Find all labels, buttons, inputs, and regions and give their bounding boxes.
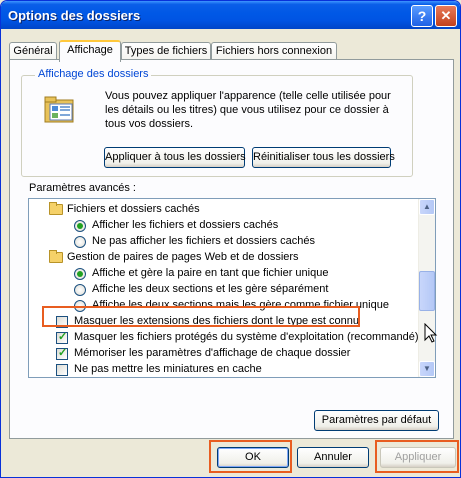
checkbox[interactable]: [56, 330, 68, 345]
scroll-thumb[interactable]: [419, 271, 435, 311]
radio-button[interactable]: [74, 300, 86, 312]
folder-options-dialog: Options des dossiers ? ✕ Général Afficha…: [0, 0, 461, 478]
restore-defaults-button[interactable]: Paramètres par défaut: [314, 410, 439, 431]
tab-types-de-fichiers[interactable]: Types de fichiers: [121, 42, 211, 60]
close-button[interactable]: ✕: [435, 5, 457, 27]
tab-fichiers-hors-connexion[interactable]: Fichiers hors connexion: [211, 42, 337, 60]
folder-icon: [49, 250, 63, 263]
scrollbar[interactable]: ▲ ▼: [418, 199, 435, 377]
ok-button[interactable]: OK: [217, 447, 289, 468]
advanced-settings-label: Paramètres avancés :: [29, 182, 136, 194]
hide-extensions-checkbox[interactable]: [56, 316, 68, 328]
reset-all-folders-button[interactable]: Réinitialiser tous les dossiers: [252, 147, 395, 168]
tab-affichage[interactable]: Affichage: [59, 40, 121, 62]
checkbox[interactable]: [56, 346, 68, 361]
cancel-button[interactable]: Annuler: [297, 447, 369, 468]
apply-to-all-folders-button[interactable]: Appliquer à tous les dossiers: [104, 147, 246, 168]
folder-views-legend: Affichage des dossiers: [35, 68, 152, 80]
apply-button[interactable]: Appliquer: [380, 447, 456, 468]
tab-general[interactable]: Général: [9, 42, 57, 60]
folder-views-description: Vous pouvez appliquer l'apparence (telle…: [105, 90, 391, 130]
mouse-cursor-icon: [424, 323, 438, 343]
folder-icon: [49, 202, 63, 215]
radio-button[interactable]: [74, 284, 86, 296]
window-title: Options des dossiers: [8, 8, 141, 23]
scroll-up-icon[interactable]: ▲: [419, 199, 435, 215]
title-bar[interactable]: Options des dossiers ? ✕: [1, 1, 460, 29]
help-button[interactable]: ?: [411, 5, 433, 27]
radio-button[interactable]: [74, 268, 86, 280]
scroll-down-icon[interactable]: ▼: [419, 361, 435, 377]
advanced-settings-list[interactable]: Fichiers et dossiers cachés Afficher les…: [28, 198, 436, 378]
radio-button[interactable]: [74, 236, 86, 248]
radio-button[interactable]: [74, 220, 86, 232]
checkbox[interactable]: [56, 364, 68, 376]
folder-views-icon: [44, 96, 74, 123]
